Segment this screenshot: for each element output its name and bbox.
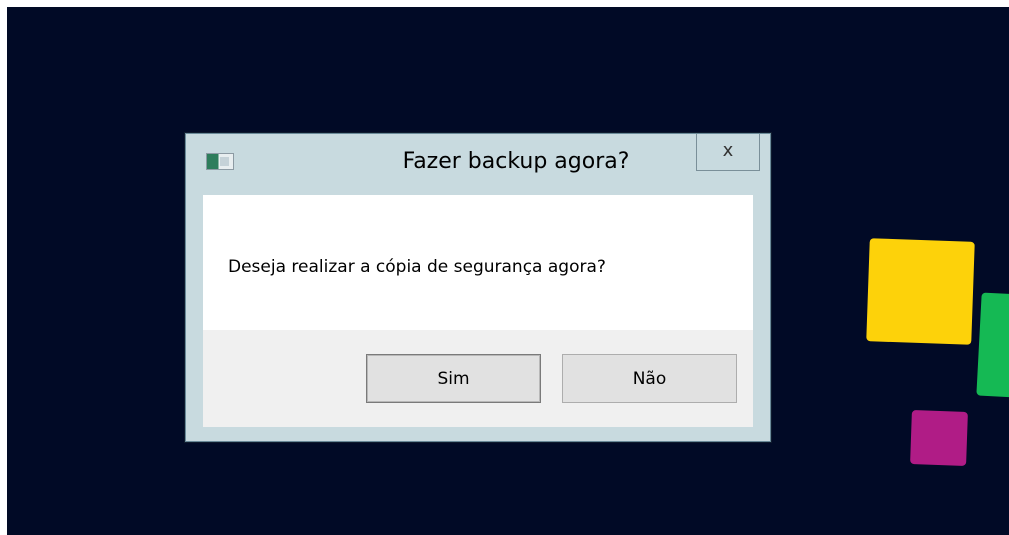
- close-icon: x: [722, 140, 734, 161]
- dialog-message: Deseja realizar a cópia de segurança ago…: [228, 257, 606, 277]
- green-tile: [976, 292, 1009, 399]
- no-button[interactable]: Não: [562, 354, 737, 403]
- dialog-content: Deseja realizar a cópia de segurança ago…: [203, 195, 753, 427]
- dialog-titlebar[interactable]: Fazer backup agora? x: [186, 134, 770, 194]
- app-window-icon: [206, 153, 234, 170]
- close-button[interactable]: x: [696, 134, 760, 171]
- yellow-tile: [866, 238, 975, 345]
- yes-button[interactable]: Sim: [366, 354, 541, 403]
- message-area: Deseja realizar a cópia de segurança ago…: [203, 195, 753, 330]
- backup-dialog: Fazer backup agora? x Deseja realizar a …: [185, 133, 771, 442]
- dialog-title: Fazer backup agora?: [402, 149, 630, 174]
- magenta-tile: [910, 410, 968, 466]
